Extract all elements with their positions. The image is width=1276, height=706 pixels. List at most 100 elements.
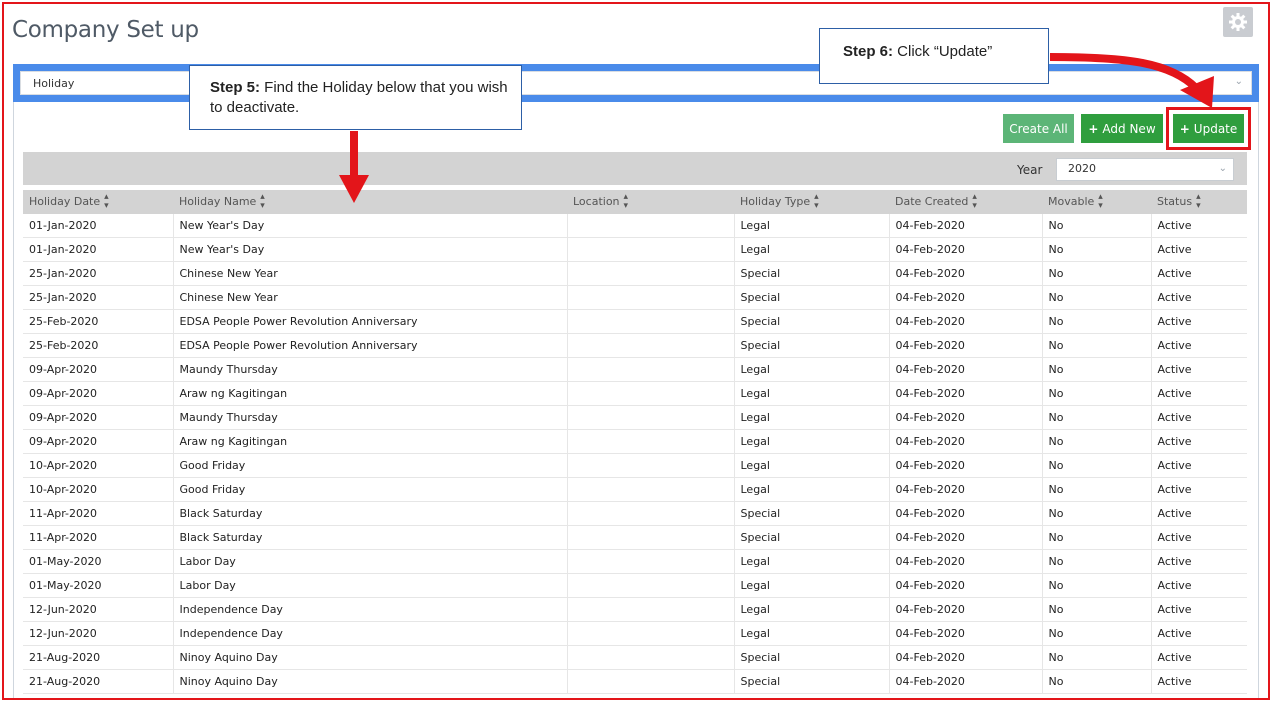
column-header-label: Date Created <box>895 195 969 208</box>
table-row[interactable]: 09-Apr-2020 Maundy Thursday Legal 04-Feb-20… <box>23 405 1247 430</box>
table-row[interactable]: 25-Jan-2020 Chinese New Year Special 04-Feb… <box>23 285 1247 310</box>
table-row[interactable]: 11-Apr-2020 Black Saturday Special 04-Feb-2… <box>23 501 1247 526</box>
table-row[interactable]: 09-Apr-2020 Araw ng Kagitingan Legal 04-Feb… <box>23 429 1247 454</box>
table-cell: No <box>1041 573 1151 598</box>
column-header[interactable]: Holiday Type ▴ ▾ <box>734 190 889 214</box>
table-cell: 01-Jan-2020 <box>23 237 173 262</box>
table-cell: Special <box>733 645 889 670</box>
table-row[interactable]: 21-Aug-2020 Ninoy Aquino Day Special 04-Feb… <box>23 645 1247 670</box>
table-cell: Active <box>1150 285 1247 310</box>
plus-icon: + <box>1088 121 1099 136</box>
table-cell: Active <box>1150 573 1247 598</box>
table-cell: No <box>1041 357 1151 382</box>
table-cell: 12-Jun-2020 <box>23 597 173 622</box>
table-cell: 04-Feb-2020 <box>888 333 1042 358</box>
table-cell: Active <box>1150 333 1247 358</box>
add-new-label: Add New <box>1102 121 1156 136</box>
table-row[interactable]: 21-Aug-2020 Ninoy Aquino Day Special 04-Feb… <box>23 669 1247 694</box>
chevron-down-icon: ⌄ <box>1234 76 1243 87</box>
table-cell: No <box>1041 501 1151 526</box>
table-row[interactable]: 01-Jan-2020 New Year's Day Legal 04-Feb-202… <box>23 214 1247 238</box>
table-cell: 21-Aug-2020 <box>23 645 173 670</box>
table-cell: No <box>1041 405 1151 430</box>
table-cell: No <box>1041 214 1151 238</box>
sort-icon: ▴ ▾ <box>623 192 629 211</box>
table-row[interactable]: 01-May-2020 Labor Day Legal 04-Feb-2020 No Ac… <box>23 549 1247 574</box>
table-row[interactable]: 10-Apr-2020 Good Friday Legal 04-Feb-2020 No… <box>23 453 1247 478</box>
table-cell: 09-Apr-2020 <box>23 405 173 430</box>
table-cell <box>566 429 734 454</box>
table-row[interactable]: 12-Jun-2020 Independence Day Legal 04-Feb-2… <box>23 597 1247 622</box>
table-cell: No <box>1041 285 1151 310</box>
table-cell: 10-Apr-2020 <box>23 453 173 478</box>
table-cell: Legal <box>733 381 889 406</box>
table-row[interactable]: 01-May-2020 Labor Day Legal 04-Feb-2020 No Ac… <box>23 573 1247 598</box>
table-cell: 25-Feb-2020 <box>23 333 173 358</box>
table-row[interactable]: 10-Apr-2020 Good Friday Legal 04-Feb-2020 No… <box>23 477 1247 502</box>
column-header[interactable]: Holiday Name ▴ ▾ <box>173 190 567 214</box>
table-cell <box>566 597 734 622</box>
step5-label: Step 5: <box>210 79 261 96</box>
table-row[interactable]: 12-Jun-2020 Independence Day Legal 04-Feb-2… <box>23 621 1247 646</box>
table-cell: Good Friday <box>172 477 567 502</box>
table-cell: 04-Feb-2020 <box>888 429 1042 454</box>
table-row[interactable]: 11-Apr-2020 Black Saturday Special 04-Feb-2… <box>23 525 1247 550</box>
column-header[interactable]: Status ▴ ▾ <box>1151 190 1247 214</box>
table-cell <box>566 405 734 430</box>
table-cell: No <box>1041 477 1151 502</box>
table-cell: Black Saturday <box>172 525 567 550</box>
table-cell: Special <box>733 525 889 550</box>
table-cell: New Year's Day <box>172 237 567 262</box>
column-header-label: Holiday Type <box>740 195 811 208</box>
table-cell: Ninoy Aquino Day <box>172 645 567 670</box>
year-label: Year <box>1017 163 1043 177</box>
table-cell <box>566 573 734 598</box>
table-row[interactable]: 25-Feb-2020 EDSA People Power Revolution … <box>23 309 1247 334</box>
table-cell: 04-Feb-2020 <box>888 214 1042 238</box>
table-cell: Active <box>1150 405 1247 430</box>
table-cell: 04-Feb-2020 <box>888 501 1042 526</box>
table-cell <box>566 261 734 286</box>
table-cell: Special <box>733 501 889 526</box>
table-row[interactable]: 09-Apr-2020 Araw ng Kagitingan Legal 04-Feb… <box>23 381 1247 406</box>
table-cell: Araw ng Kagitingan <box>172 429 567 454</box>
table-cell: 04-Feb-2020 <box>888 381 1042 406</box>
table-cell: Maundy Thursday <box>172 357 567 382</box>
table-cell <box>566 237 734 262</box>
table-row[interactable]: 25-Jan-2020 Chinese New Year Special 04-Feb… <box>23 261 1247 286</box>
table-cell: Legal <box>733 237 889 262</box>
table-cell <box>566 214 734 238</box>
table-cell: No <box>1041 597 1151 622</box>
table-row[interactable]: 25-Feb-2020 EDSA People Power Revolution … <box>23 333 1247 358</box>
table-cell: Special <box>733 261 889 286</box>
column-header[interactable]: Date Created ▴ ▾ <box>889 190 1042 214</box>
table-row[interactable]: 09-Apr-2020 Maundy Thursday Legal 04-Feb-20… <box>23 357 1247 382</box>
year-select-value: 2020 <box>1068 162 1096 175</box>
table-cell: 10-Apr-2020 <box>23 477 173 502</box>
table-cell: Active <box>1150 621 1247 646</box>
sort-icon: ▴ ▾ <box>972 192 977 211</box>
column-header[interactable]: Movable ▴ ▾ <box>1042 190 1151 214</box>
create-all-button[interactable]: Create All <box>1003 114 1074 143</box>
table-cell: Independence Day <box>172 621 567 646</box>
table-cell: Active <box>1150 261 1247 286</box>
gear-icon[interactable] <box>1223 7 1253 37</box>
table-cell: Good Friday <box>172 453 567 478</box>
year-select[interactable]: 2020 ⌄ <box>1056 158 1234 181</box>
table-cell: Legal <box>733 621 889 646</box>
table-cell: 01-Jan-2020 <box>23 214 173 238</box>
table-cell: Legal <box>733 357 889 382</box>
table-cell: 09-Apr-2020 <box>23 357 173 382</box>
add-new-button[interactable]: + Add New <box>1081 114 1163 143</box>
table-row[interactable]: 01-Jan-2020 New Year's Day Legal 04-Feb-202… <box>23 237 1247 262</box>
column-header[interactable]: Holiday Date ▴ ▾ <box>23 190 173 214</box>
table-cell: Legal <box>733 549 889 574</box>
column-header[interactable]: Location ▴ ▾ <box>567 190 734 214</box>
table-cell: Special <box>733 285 889 310</box>
table-cell: Legal <box>733 405 889 430</box>
table-cell <box>566 525 734 550</box>
table-cell: No <box>1041 429 1151 454</box>
table-cell: Chinese New Year <box>172 285 567 310</box>
sort-icon: ▴ ▾ <box>814 192 819 211</box>
table-cell: Chinese New Year <box>172 261 567 286</box>
